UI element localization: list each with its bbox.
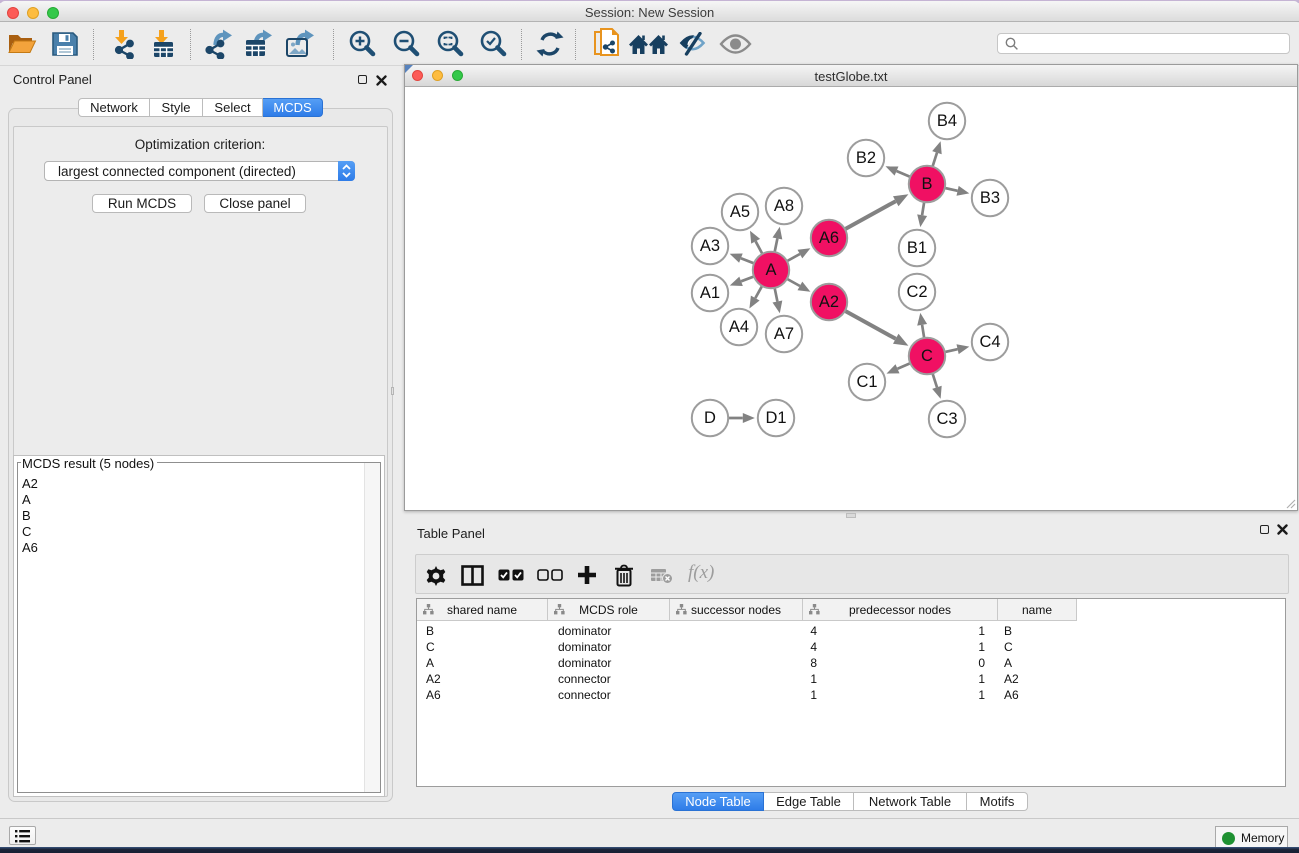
- svg-text:C: C: [921, 347, 933, 365]
- svg-text:C3: C3: [936, 410, 957, 428]
- svg-text:A2: A2: [819, 293, 839, 311]
- svg-text:B4: B4: [937, 112, 957, 130]
- svg-text:A1: A1: [700, 284, 720, 302]
- svg-text:C1: C1: [856, 373, 877, 391]
- svg-text:C2: C2: [906, 283, 927, 301]
- svg-text:B: B: [921, 175, 932, 193]
- svg-text:A8: A8: [774, 197, 794, 215]
- svg-text:B1: B1: [907, 239, 927, 257]
- svg-text:A3: A3: [700, 237, 720, 255]
- svg-text:A6: A6: [819, 229, 839, 247]
- svg-text:B2: B2: [856, 149, 876, 167]
- svg-text:A4: A4: [729, 318, 749, 336]
- svg-text:D1: D1: [765, 409, 786, 427]
- svg-text:A7: A7: [774, 325, 794, 343]
- svg-text:A5: A5: [730, 203, 750, 221]
- svg-text:C4: C4: [979, 333, 1000, 351]
- svg-text:D: D: [704, 409, 716, 427]
- svg-text:B3: B3: [980, 189, 1000, 207]
- svg-text:A: A: [765, 261, 776, 279]
